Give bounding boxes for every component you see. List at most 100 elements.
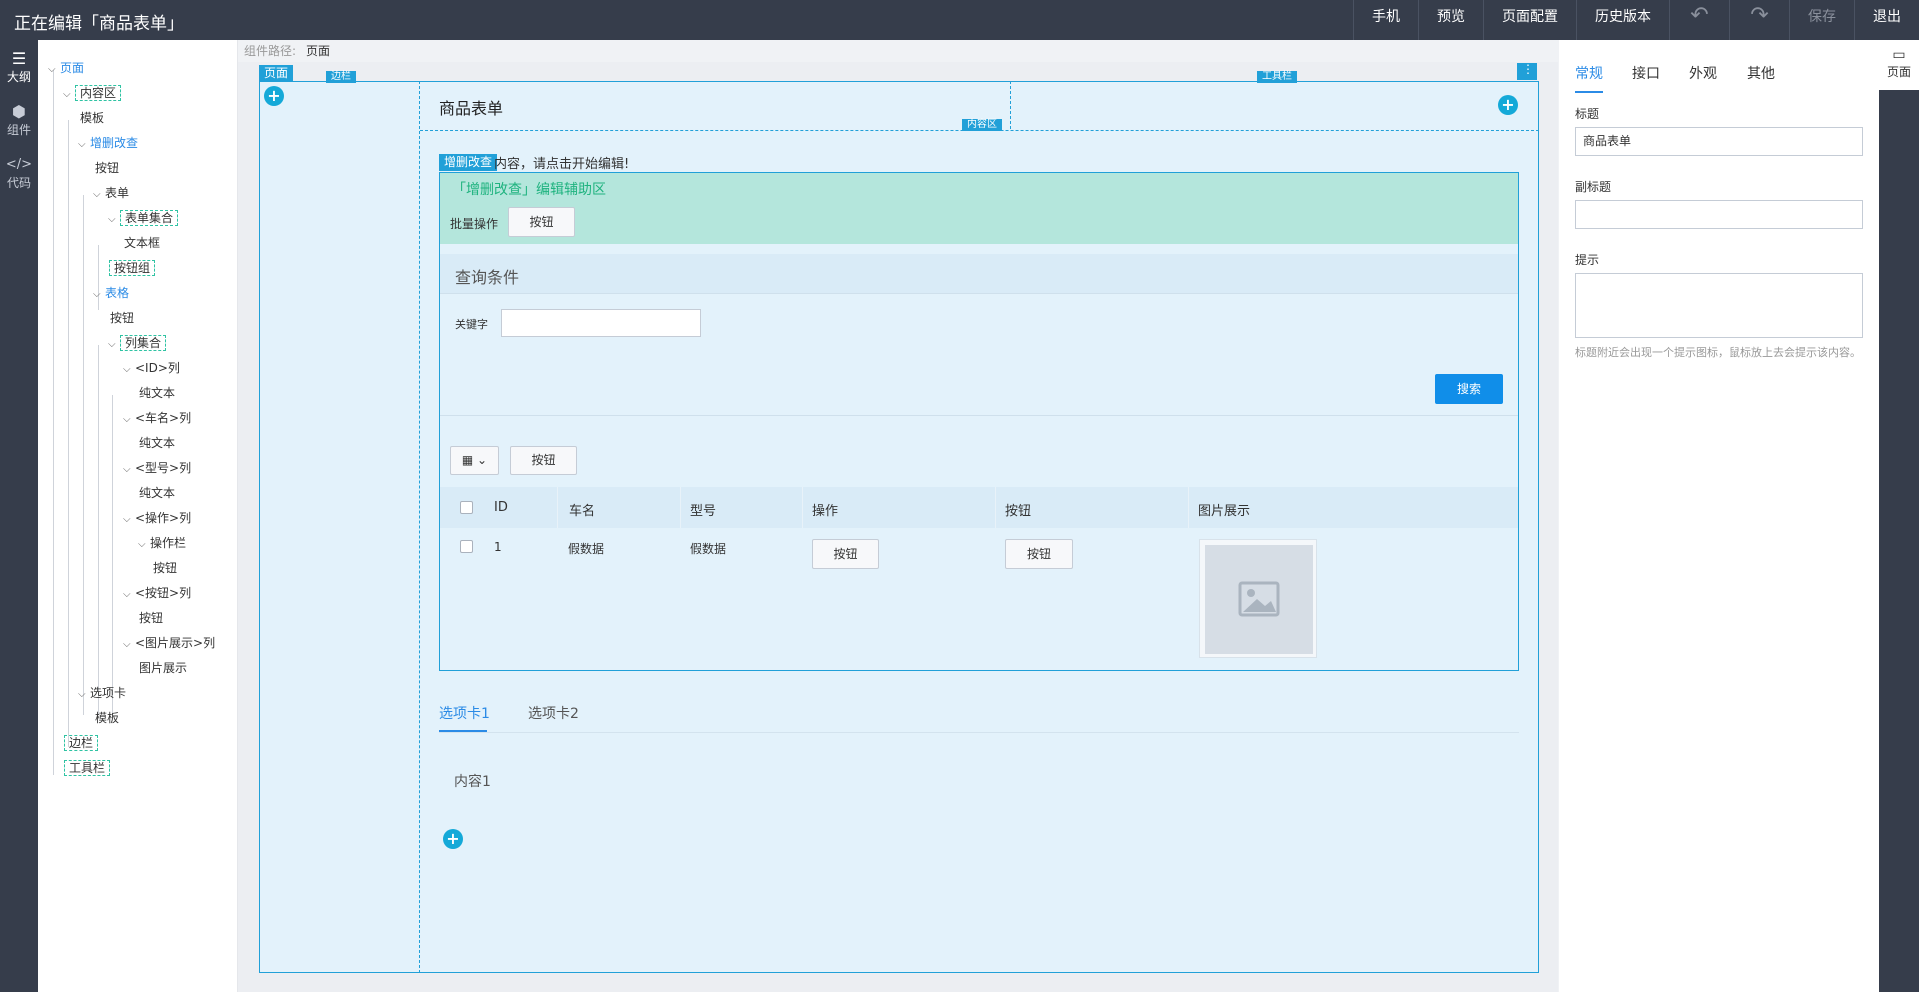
redo-icon[interactable]: ↷	[1729, 0, 1789, 40]
add-icon[interactable]: +	[1498, 95, 1518, 115]
page-config-button[interactable]: 页面配置	[1483, 0, 1576, 40]
tip-label: 提示	[1575, 253, 1600, 267]
code-tab[interactable]: </> 代码	[0, 156, 38, 191]
left-rail: ☰ 大纲 ⬢ 组件 </> 代码	[0, 40, 38, 992]
crud-hint[interactable]: 内容，请点击开始编辑!	[494, 153, 629, 172]
page-mode-tab[interactable]: ▭ 页面	[1879, 40, 1919, 90]
tab-api[interactable]: 接口	[1632, 63, 1660, 83]
tree-node[interactable]: ⌵ 列集合	[108, 333, 167, 353]
tree-node[interactable]: ⌵ 操作栏	[138, 533, 186, 553]
operation-button[interactable]: 按钮	[812, 539, 879, 569]
save-button[interactable]: 保存	[1789, 0, 1854, 40]
bulk-button[interactable]: 按钮	[508, 207, 575, 237]
menu-icon: ☰	[11, 49, 27, 68]
tree-node[interactable]: 按钮组	[109, 258, 156, 278]
cell-button[interactable]: 按钮	[1005, 539, 1073, 569]
tree-node[interactable]: ⌵ 内容区	[63, 83, 122, 103]
tree-node[interactable]: 工具栏	[64, 758, 111, 778]
tree-node[interactable]: 按钮	[139, 608, 163, 628]
tree-node[interactable]: ⌵ <型号>列	[123, 458, 191, 478]
column-header[interactable]: 操作	[812, 500, 838, 519]
outline-tab[interactable]: ☰ 大纲	[0, 50, 38, 85]
tree-node[interactable]: ⌵ 页面	[48, 58, 84, 78]
more-icon[interactable]: ⋮	[1517, 63, 1537, 80]
tree-node[interactable]: 模板	[80, 108, 104, 128]
cube-icon: ⬢	[12, 102, 26, 121]
tree-node[interactable]: 图片展示	[139, 658, 187, 678]
bulk-label: 批量操作	[450, 217, 499, 231]
tree-node[interactable]: 按钮	[110, 308, 134, 328]
column-header[interactable]: 按钮	[1005, 500, 1031, 519]
tree-node[interactable]: ⌵ 选项卡	[78, 683, 126, 703]
tree-node[interactable]: ⌵ 表格	[93, 283, 129, 303]
tab-1[interactable]: 选项卡1	[439, 703, 490, 723]
column-header[interactable]: 车名	[569, 500, 595, 519]
breadcrumb-item[interactable]: 页面	[306, 44, 330, 58]
keyword-label: 关键字	[455, 318, 488, 331]
query-panel-header	[440, 254, 1518, 294]
tip-help-text: 标题附近会出现一个提示图标，鼠标放上去会提示该内容。	[1575, 346, 1861, 359]
crud-tag[interactable]: 增删改查	[439, 154, 498, 171]
tip-textarea[interactable]	[1575, 273, 1863, 338]
crud-region[interactable]	[439, 172, 1519, 671]
tree-node[interactable]: 按钮	[95, 158, 119, 178]
grid-icon: ▦	[461, 453, 474, 467]
page-title: 商品表单	[439, 99, 504, 118]
exit-button[interactable]: 退出	[1854, 0, 1919, 40]
history-button[interactable]: 历史版本	[1576, 0, 1669, 40]
tree-node[interactable]: 纯文本	[139, 483, 175, 503]
subtitle-input[interactable]	[1575, 200, 1863, 229]
monitor-icon: ▭	[1892, 47, 1906, 63]
tree-node[interactable]: ⌵ <按钮>列	[123, 583, 191, 603]
column-header[interactable]: 型号	[690, 500, 716, 519]
toolbar-button[interactable]: 按钮	[510, 446, 577, 475]
tree-node[interactable]: 文本框	[124, 233, 160, 253]
tree-node[interactable]: ⌵ <图片展示>列	[123, 633, 215, 653]
tree-node[interactable]: 纯文本	[139, 383, 175, 403]
column-header[interactable]: ID	[494, 500, 508, 515]
select-all-checkbox[interactable]	[460, 501, 473, 514]
toolbar-region[interactable]	[1010, 81, 1539, 129]
tree-node[interactable]: 模板	[95, 708, 119, 728]
components-tab-label: 组件	[6, 123, 31, 137]
preview-button[interactable]: 预览	[1418, 0, 1483, 40]
undo-icon[interactable]: ↶	[1669, 0, 1729, 40]
tree-node[interactable]: ⌵ <ID>列	[123, 358, 180, 378]
tree-node[interactable]: ⌵ 表单集合	[108, 208, 179, 228]
properties-panel: 常规 接口 外观 其他 标题 商品表单 副标题 提示 标题附近会出现一个提示图标…	[1559, 40, 1879, 992]
page-tag[interactable]: 页面	[259, 65, 294, 81]
cell-id: 1	[494, 540, 502, 554]
tree-node[interactable]: ⌵ 表单	[93, 183, 129, 203]
tree-node[interactable]: ⌵ <车名>列	[123, 408, 191, 428]
columns-toggle[interactable]: ▦ ⌄	[450, 446, 499, 475]
tree-node[interactable]: ⌵ <操作>列	[123, 508, 191, 528]
add-icon[interactable]: +	[443, 829, 463, 849]
title-label: 标题	[1575, 107, 1600, 121]
sidebar-region[interactable]	[259, 81, 420, 973]
row-checkbox[interactable]	[460, 540, 473, 553]
add-icon[interactable]: +	[264, 86, 284, 106]
subtitle-label: 副标题	[1575, 180, 1612, 194]
title-input[interactable]: 商品表单	[1575, 127, 1863, 156]
code-tab-label: 代码	[6, 176, 31, 190]
search-button[interactable]: 搜索	[1435, 374, 1503, 404]
tab-other[interactable]: 其他	[1747, 63, 1775, 83]
mobile-button[interactable]: 手机	[1353, 0, 1418, 40]
tree-node[interactable]: 边栏	[64, 733, 99, 753]
tab-2[interactable]: 选项卡2	[528, 703, 579, 723]
outline-tab-label: 大纲	[6, 70, 31, 84]
table-header	[440, 487, 1518, 528]
tree-node[interactable]: 按钮	[153, 558, 177, 578]
keyword-input[interactable]	[501, 309, 701, 337]
tree-node[interactable]: ⌵ 增删改查	[78, 133, 138, 153]
tree-node[interactable]: 纯文本	[139, 433, 175, 453]
tab-general[interactable]: 常规	[1575, 63, 1603, 83]
components-tab[interactable]: ⬢ 组件	[0, 103, 38, 138]
breadcrumb-label: 组件路径:	[244, 44, 297, 58]
tab-appearance[interactable]: 外观	[1689, 63, 1717, 83]
editor-title: 正在编辑「商品表单」	[14, 14, 184, 34]
cell-model: 假数据	[690, 542, 727, 556]
breadcrumb: 组件路径: 页面	[238, 40, 1558, 62]
column-header[interactable]: 图片展示	[1198, 500, 1250, 519]
sidebar-tag: 边栏	[326, 71, 356, 83]
